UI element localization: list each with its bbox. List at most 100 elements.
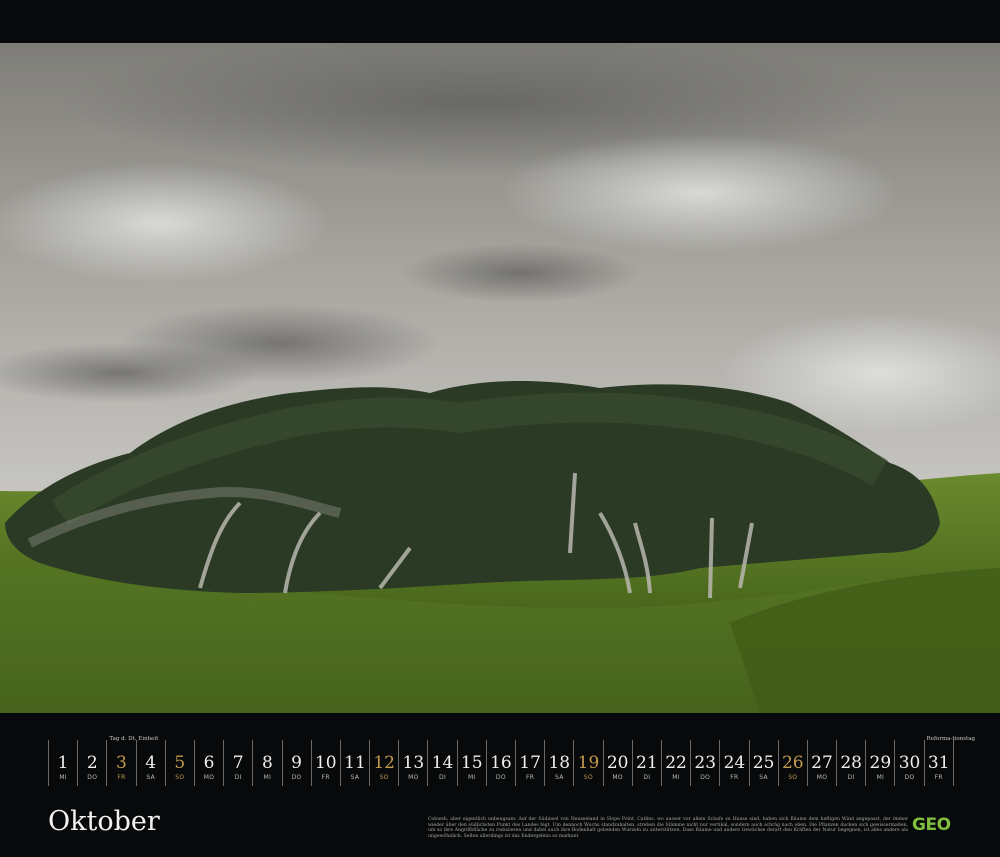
- day-cell: 25 SA: [748, 740, 778, 786]
- weekday-label: FR: [117, 774, 126, 781]
- day-number: 19: [577, 753, 600, 773]
- weekday-label: DO: [495, 774, 506, 781]
- day-cell: 29 MI: [865, 740, 894, 786]
- weekday-label: DO: [700, 774, 711, 781]
- day-cell: 23 DO: [690, 740, 719, 786]
- day-number: 27: [811, 753, 833, 773]
- day-cell: 27 MO: [806, 740, 836, 786]
- weekday-label: FR: [730, 774, 739, 781]
- weekday-label: SO: [788, 774, 798, 781]
- day-number: 25: [752, 753, 775, 773]
- weekday-label: MI: [876, 774, 885, 781]
- month-title: Oktober: [48, 806, 160, 837]
- day-number: 23: [694, 753, 717, 773]
- day-cell: Reforma-tionstag 31 FR: [923, 736, 975, 786]
- day-number: 22: [665, 753, 687, 773]
- weekday-label: SA: [146, 774, 155, 781]
- day-cell: 24 FR: [719, 740, 748, 786]
- day-number: 6: [203, 753, 215, 773]
- day-cell: 15 MI: [456, 740, 486, 786]
- landscape-photo: [0, 43, 1000, 713]
- day-number: 3: [116, 753, 127, 773]
- weekday-label: FR: [525, 774, 535, 781]
- day-number: 26: [781, 753, 804, 773]
- day-cell: 7 DI: [223, 740, 252, 786]
- weekday-label: MO: [816, 774, 828, 781]
- day-number: 21: [636, 753, 658, 773]
- weekday-label: DI: [643, 774, 651, 781]
- weekday-label: DI: [234, 774, 242, 781]
- day-number: 5: [174, 753, 186, 773]
- weekday-label: MI: [263, 774, 272, 781]
- day-number: 29: [869, 753, 892, 773]
- weekday-label: SO: [379, 774, 389, 781]
- day-cell: 6 MO: [193, 740, 223, 786]
- weekday-label: SO: [175, 774, 185, 781]
- day-cell: 2 DO: [77, 740, 106, 786]
- weekday-label: MI: [59, 774, 67, 781]
- day-cell: 30 DO: [894, 740, 923, 786]
- day-number: 17: [519, 753, 541, 773]
- day-cell: 10 FR: [310, 740, 340, 786]
- geo-logo: GEO: [912, 815, 951, 835]
- day-number: 16: [490, 753, 512, 773]
- day-number: 2: [86, 753, 98, 773]
- weekday-label: DI: [847, 774, 855, 781]
- day-number: 13: [402, 753, 425, 773]
- day-cell: 4 SA: [135, 740, 165, 786]
- day-cell: 18 SA: [544, 740, 573, 786]
- day-number: 4: [145, 753, 157, 773]
- day-cell: 9 DO: [281, 740, 311, 786]
- day-cell: 13 MO: [398, 740, 427, 786]
- weekday-label: SA: [350, 774, 360, 781]
- day-cell: 11 SA: [339, 740, 369, 786]
- day-cell: Tag d. Dt. Einheit 3 FR: [106, 736, 158, 786]
- weekday-label: MI: [672, 774, 680, 781]
- day-number: 24: [723, 753, 746, 773]
- day-number: 12: [373, 753, 395, 773]
- weekday-label: SO: [583, 774, 594, 781]
- day-note: Reforma-tionstag: [926, 736, 976, 742]
- weekday-label: MO: [408, 774, 419, 781]
- day-number: 31: [927, 753, 950, 773]
- day-number: 20: [606, 753, 629, 773]
- day-cell: 1 MI: [48, 740, 77, 786]
- weekday-label: SA: [554, 774, 564, 781]
- calendar-days: 1 MI 2 DO Tag d. Dt. Einheit 3 FR 4 SA 5 SO 6 MO 7 DI 8…: [48, 736, 975, 790]
- day-cell: 8 MI: [252, 740, 281, 786]
- weekday-label: DI: [439, 774, 447, 781]
- day-cell: 17 FR: [515, 740, 544, 786]
- weekday-label: FR: [934, 774, 943, 781]
- day-cell: 20 MO: [602, 740, 632, 786]
- photo-caption: Cobweb, aber eigentlich unbeugsam: Auf d…: [428, 817, 908, 839]
- day-cell: 12 SO: [369, 740, 398, 786]
- day-number: 14: [431, 753, 454, 773]
- weekday-label: DO: [291, 774, 302, 781]
- weekday-label: MO: [612, 774, 623, 781]
- weekday-label: MI: [467, 774, 476, 781]
- day-number: 9: [291, 753, 302, 773]
- day-number: 18: [548, 753, 571, 773]
- day-cell: 22 MI: [660, 740, 690, 786]
- day-cell: 21 DI: [631, 740, 661, 786]
- day-number: 28: [840, 753, 862, 773]
- day-number: 8: [261, 753, 273, 773]
- day-cell: 5 SO: [164, 740, 194, 786]
- day-number: 11: [344, 753, 366, 773]
- day-number: 30: [898, 753, 921, 773]
- weekday-label: FR: [321, 774, 330, 781]
- day-cell: 26 SO: [777, 740, 807, 786]
- day-number: 15: [460, 753, 483, 773]
- day-number: 10: [314, 753, 337, 773]
- windswept-trees-image: [0, 43, 1000, 713]
- weekday-label: SA: [759, 774, 768, 781]
- weekday-label: DO: [904, 774, 915, 781]
- weekday-label: DO: [87, 774, 98, 781]
- day-cell: 28 DI: [836, 740, 865, 786]
- weekday-label: MO: [203, 774, 215, 781]
- day-cell: 19 SO: [573, 740, 602, 786]
- day-number: 1: [57, 753, 69, 773]
- day-cell: 16 DO: [485, 740, 515, 786]
- day-cell: 14 DI: [427, 740, 456, 786]
- day-number: 7: [232, 753, 244, 773]
